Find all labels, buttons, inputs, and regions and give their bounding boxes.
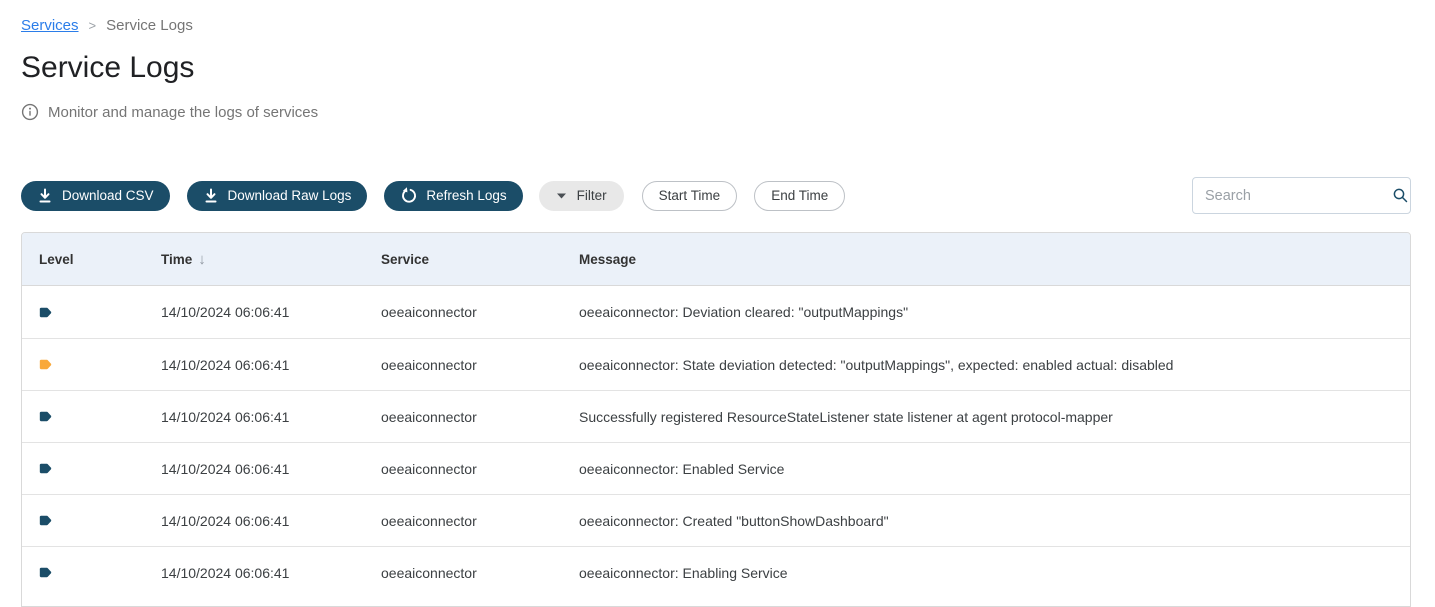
column-header-time[interactable]: Time ↓ [161, 251, 381, 268]
column-header-time-label: Time [161, 252, 192, 267]
start-time-button[interactable]: Start Time [642, 181, 738, 211]
log-table-body: 14/10/2024 06:06:41oeeaiconnectoroeeaico… [22, 286, 1410, 598]
service-logs-page: Services > Service Logs Service Logs Mon… [0, 0, 1435, 607]
log-service: oeeaiconnector [381, 565, 579, 581]
column-header-message: Message [579, 252, 1410, 267]
level-cell [39, 359, 161, 370]
end-time-button[interactable]: End Time [754, 181, 845, 211]
search-input[interactable] [1205, 188, 1392, 204]
breadcrumb: Services > Service Logs [21, 16, 1411, 34]
level-tag-icon [39, 515, 161, 526]
level-tag-icon [39, 463, 161, 474]
page-title: Service Logs [21, 48, 1411, 88]
filter-button[interactable]: Filter [539, 181, 624, 211]
breadcrumb-current: Service Logs [106, 17, 193, 34]
column-header-level: Level [39, 252, 161, 267]
page-subtitle: Monitor and manage the logs of services [48, 104, 318, 121]
download-icon [203, 188, 219, 204]
level-cell [39, 307, 161, 318]
refresh-icon [400, 187, 417, 204]
level-cell [39, 411, 161, 422]
refresh-logs-label: Refresh Logs [426, 188, 506, 203]
table-row: 14/10/2024 06:06:41oeeaiconnectoroeeaico… [22, 546, 1410, 598]
level-tag-icon [39, 411, 161, 422]
chevron-down-icon [556, 192, 567, 200]
search-icon[interactable] [1392, 187, 1409, 204]
refresh-logs-button[interactable]: Refresh Logs [384, 181, 522, 211]
level-cell [39, 463, 161, 474]
log-service: oeeaiconnector [381, 513, 579, 529]
log-time: 14/10/2024 06:06:41 [161, 513, 381, 529]
log-service: oeeaiconnector [381, 409, 579, 425]
log-time: 14/10/2024 06:06:41 [161, 461, 381, 477]
log-message: oeeaiconnector: Enabling Service [579, 565, 1410, 581]
log-message: oeeaiconnector: State deviation detected… [579, 357, 1410, 373]
end-time-label: End Time [771, 188, 828, 203]
download-csv-button[interactable]: Download CSV [21, 181, 170, 211]
log-table: Level Time ↓ Service Message 14/10/2024 … [21, 232, 1411, 607]
table-row: 14/10/2024 06:06:41oeeaiconnectoroeeaico… [22, 442, 1410, 494]
log-message: oeeaiconnector: Created "buttonShowDashb… [579, 513, 1410, 529]
level-tag-icon [39, 567, 161, 578]
download-csv-label: Download CSV [62, 188, 154, 203]
level-tag-icon [39, 307, 161, 318]
log-time: 14/10/2024 06:06:41 [161, 409, 381, 425]
column-header-service: Service [381, 252, 579, 267]
log-service: oeeaiconnector [381, 461, 579, 477]
info-icon [21, 103, 39, 121]
log-table-header: Level Time ↓ Service Message [22, 233, 1410, 286]
breadcrumb-separator-icon: > [89, 18, 97, 33]
table-row: 14/10/2024 06:06:41oeeaiconnectoroeeaico… [22, 338, 1410, 390]
table-row: 14/10/2024 06:06:41oeeaiconnectoroeeaico… [22, 494, 1410, 546]
toolbar: Download CSV Download Raw Logs Refresh L… [21, 177, 1411, 214]
log-message: Successfully registered ResourceStateLis… [579, 409, 1410, 425]
start-time-label: Start Time [659, 188, 721, 203]
search-box [1192, 177, 1411, 214]
breadcrumb-link-services[interactable]: Services [21, 17, 79, 34]
table-row: 14/10/2024 06:06:41oeeaiconnectorSuccess… [22, 390, 1410, 442]
level-cell [39, 515, 161, 526]
download-icon [37, 188, 53, 204]
table-row: 14/10/2024 06:06:41oeeaiconnectoroeeaico… [22, 286, 1410, 338]
log-message: oeeaiconnector: Enabled Service [579, 461, 1410, 477]
log-message: oeeaiconnector: Deviation cleared: "outp… [579, 304, 1410, 320]
download-raw-logs-button[interactable]: Download Raw Logs [187, 181, 368, 211]
level-cell [39, 567, 161, 578]
filter-label: Filter [577, 188, 607, 203]
log-time: 14/10/2024 06:06:41 [161, 565, 381, 581]
log-time: 14/10/2024 06:06:41 [161, 357, 381, 373]
log-service: oeeaiconnector [381, 304, 579, 320]
log-time: 14/10/2024 06:06:41 [161, 304, 381, 320]
log-service: oeeaiconnector [381, 357, 579, 373]
download-raw-logs-label: Download Raw Logs [228, 188, 352, 203]
level-tag-icon [39, 359, 161, 370]
sort-desc-icon[interactable]: ↓ [198, 251, 206, 268]
